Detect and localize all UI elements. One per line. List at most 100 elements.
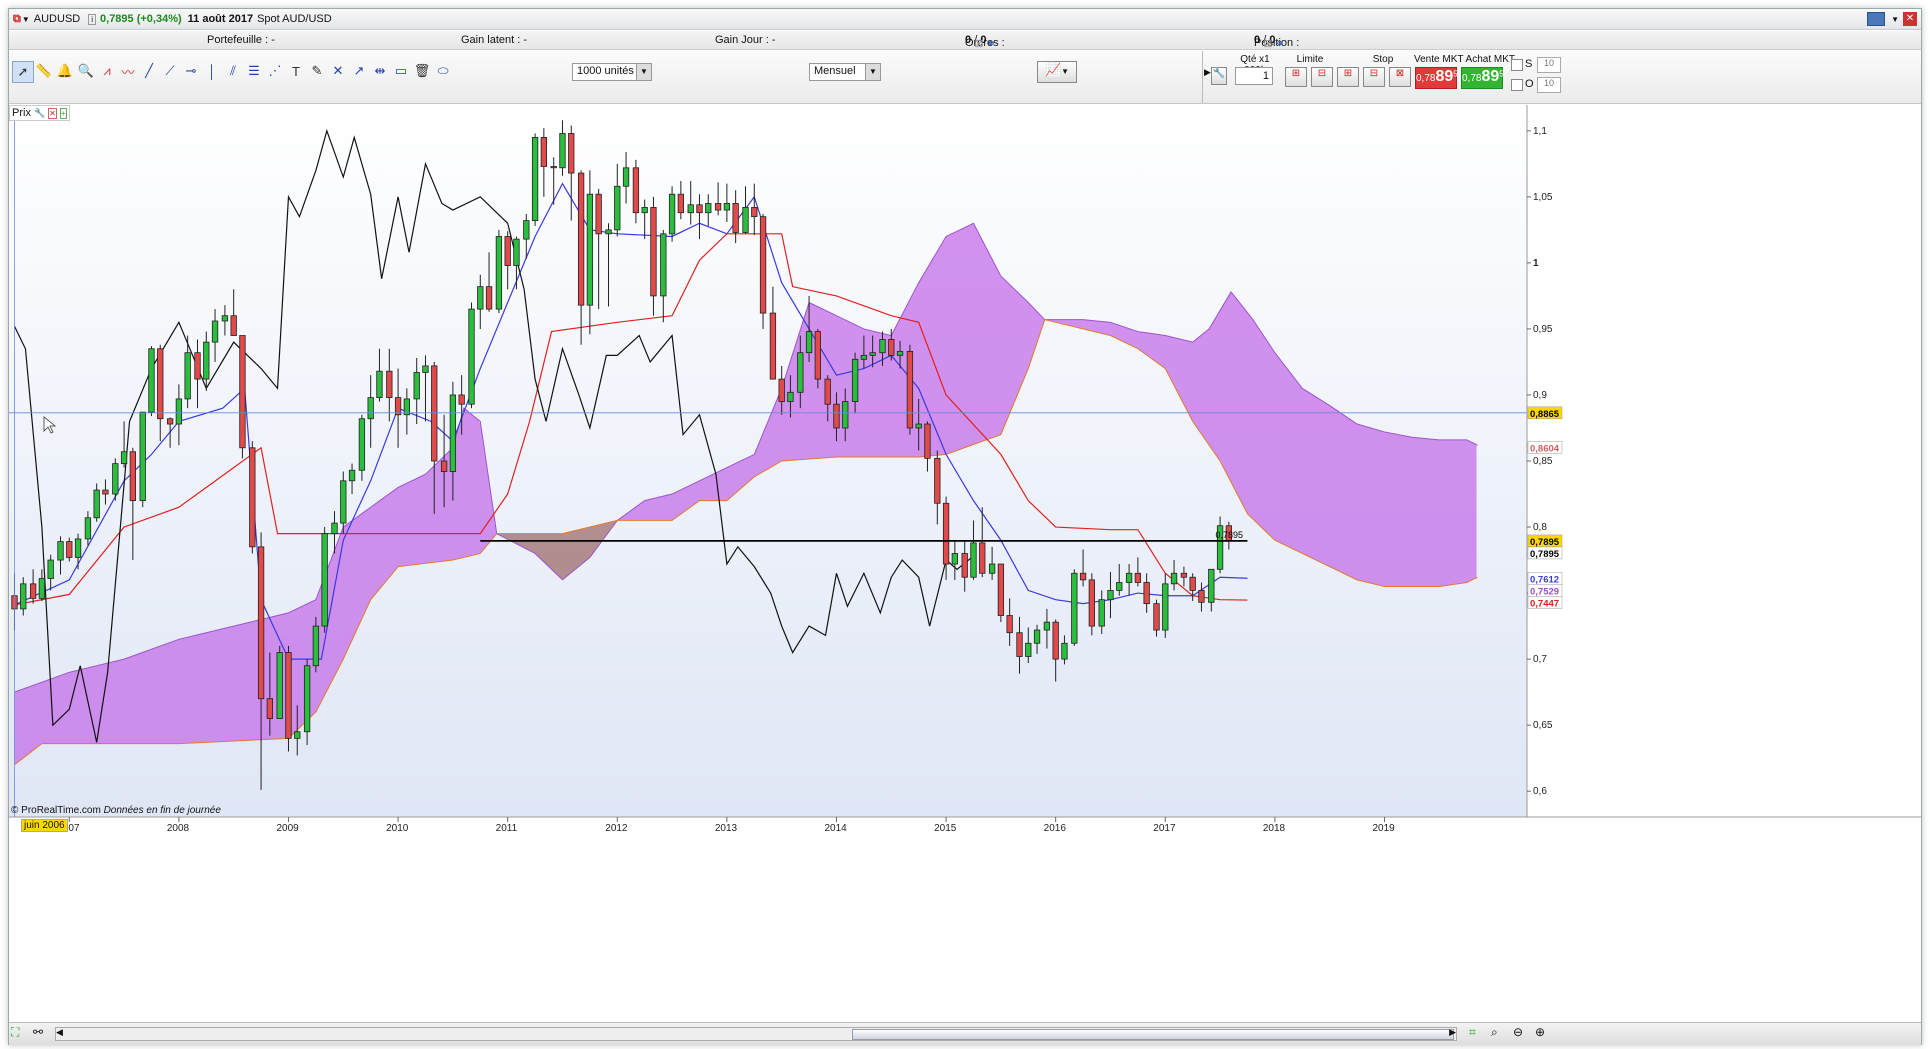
close-panel-icon[interactable]: ✕ bbox=[48, 107, 57, 119]
segment-icon[interactable]: ⇹ bbox=[370, 61, 390, 81]
pattern-icon[interactable]: ⩘ bbox=[97, 61, 117, 81]
copyright-text: © ProRealTime.com bbox=[11, 805, 101, 816]
price-panel-label: Prix bbox=[12, 107, 31, 119]
limite-buy-button[interactable]: ⊞ bbox=[1285, 67, 1307, 87]
scroll-right-icon[interactable]: ▶ bbox=[1449, 1027, 1456, 1038]
text-icon[interactable]: T bbox=[286, 61, 306, 81]
pointer-icon[interactable]: ➚ bbox=[12, 61, 34, 83]
info-icon[interactable]: i bbox=[88, 13, 97, 25]
vente-mkt-button[interactable]: 0,78895 bbox=[1415, 67, 1458, 89]
candle-body bbox=[468, 308, 475, 405]
price-tag-label: 0,7447 bbox=[1530, 598, 1559, 609]
s-input[interactable]: 10 bbox=[1537, 57, 1561, 73]
chart-type-button[interactable]: 📈▼ bbox=[1037, 61, 1077, 83]
ray-icon[interactable]: ⟋ bbox=[160, 61, 180, 81]
cross-icon[interactable]: ✕ bbox=[328, 61, 348, 81]
ordres-x-icon[interactable]: ⊠ bbox=[974, 37, 983, 50]
candle-body bbox=[20, 583, 27, 610]
ruler-icon[interactable]: 📏 bbox=[34, 61, 54, 81]
x-tick-label: 2013 bbox=[715, 823, 738, 834]
stop-buy-button[interactable]: ⊞ bbox=[1337, 67, 1359, 87]
dropdown-arrow-icon[interactable]: ▼ bbox=[22, 15, 30, 24]
limite-sell-button[interactable]: ⊟ bbox=[1311, 67, 1333, 87]
candle-body bbox=[1208, 568, 1215, 603]
zoom-out-icon[interactable]: ⊖ bbox=[1513, 1025, 1523, 1039]
wrench-icon[interactable]: 🔧 bbox=[1211, 67, 1227, 85]
arrow-diag-icon[interactable]: ↗ bbox=[349, 61, 369, 81]
s-label: S bbox=[1525, 58, 1533, 70]
candle-body bbox=[413, 372, 420, 400]
candle bbox=[759, 214, 767, 329]
x-tick-label: 2009 bbox=[276, 823, 299, 834]
candle-body bbox=[568, 133, 575, 174]
candle-body bbox=[970, 542, 977, 578]
wave-icon[interactable]: 〰 bbox=[118, 61, 138, 81]
channel-icon[interactable]: ⫽ bbox=[223, 61, 243, 81]
marker-icon[interactable]: ✎ bbox=[307, 61, 327, 81]
vente-price-main: 89 bbox=[1435, 68, 1454, 85]
zoom-in-icon[interactable]: ⊕ bbox=[1535, 1025, 1545, 1039]
add-indicator-icon[interactable]: + bbox=[59, 107, 67, 119]
price-tag-label: 0,7895 bbox=[1530, 537, 1560, 548]
position-section[interactable]: Position : 0 ⊠ / 0 ⚭ bbox=[1254, 34, 1299, 50]
s-checkbox[interactable] bbox=[1511, 59, 1523, 71]
fit-icon[interactable]: ⌗ bbox=[1469, 1025, 1476, 1040]
collapse-arrow-icon[interactable]: ▶ bbox=[1204, 67, 1211, 78]
horizontal-line-icon[interactable]: ⊸ bbox=[181, 61, 201, 81]
scroll-left-icon[interactable]: ◀ bbox=[56, 1027, 63, 1038]
chart-svg[interactable]: 0,7895 1,11,0510,950,90,850,80,750,70,65… bbox=[9, 105, 1921, 1022]
drawing-toolbar: ➚ 📏 🔔 🔍 ⩘ 〰 ╱ ⟋ ⊸ │ ⫽ ☰ ⋰ T ✎ ✕ ↗ ⇹ ▭ 🗑 … bbox=[9, 51, 1921, 104]
ellipse-icon[interactable]: ⬭ bbox=[433, 61, 453, 81]
candle-body bbox=[276, 652, 283, 719]
stop-sell-button[interactable]: ⊟ bbox=[1363, 67, 1385, 87]
time-scrollbar[interactable]: ◀ ▶ bbox=[55, 1027, 1457, 1041]
ordres-section[interactable]: Ordres : 0 ⊠ / 0 ⚭ bbox=[965, 34, 1005, 50]
symbol-label[interactable]: AUDUSD bbox=[34, 13, 80, 25]
candle-body bbox=[668, 193, 676, 235]
wrench-icon[interactable]: 🔧 bbox=[34, 108, 45, 119]
x-tick-label: 2012 bbox=[605, 823, 628, 834]
instrument-icon[interactable]: ⧉ bbox=[13, 13, 21, 26]
x-tick-label: 2015 bbox=[934, 823, 957, 834]
link-icon[interactable]: ⚯ bbox=[33, 1025, 49, 1041]
window-layout-icon[interactable] bbox=[1867, 12, 1885, 26]
zoom-icon[interactable]: 🔍 bbox=[76, 61, 96, 81]
scroll-thumb[interactable] bbox=[852, 1029, 1454, 1040]
period-select[interactable]: Mensuel ▼ bbox=[809, 63, 881, 81]
position-link-icon[interactable]: ⚭ bbox=[1275, 37, 1284, 50]
units-select[interactable]: 1000 unités ▼ bbox=[572, 63, 652, 81]
candle-body bbox=[129, 451, 136, 502]
alert-bell-icon[interactable]: 🔔 bbox=[55, 61, 75, 81]
candle-body bbox=[485, 286, 493, 310]
vertical-line-icon[interactable]: │ bbox=[202, 61, 222, 81]
reset-zoom-icon[interactable]: ⌕ bbox=[1491, 1025, 1498, 1040]
stop-trailing-button[interactable]: ⊠ bbox=[1389, 67, 1411, 87]
trash-icon[interactable]: 🗑 bbox=[412, 61, 432, 81]
candle-body bbox=[934, 457, 941, 504]
chart-settings-icon[interactable]: ⛶ bbox=[11, 1025, 27, 1041]
window-menu-icon[interactable]: ▼ bbox=[1891, 15, 1899, 24]
chart-type-icon: 📈 bbox=[1044, 62, 1062, 77]
price-chart-area[interactable]: Prix 🔧 ✕ + 0,7895 1,1 1,05 1 0,95 0,9 0,85 0,8… bbox=[9, 105, 1921, 1022]
position-x-icon[interactable]: ⊠ bbox=[1263, 37, 1272, 50]
ordres-label: Ordres : bbox=[965, 37, 1005, 49]
candle-body bbox=[394, 397, 402, 416]
ordres-link-icon[interactable]: ⚭ bbox=[986, 37, 995, 50]
candle-body bbox=[340, 480, 347, 524]
account-infobar: Portefeuille : - Gain latent : - Gain Jo… bbox=[9, 31, 1921, 50]
fan-icon[interactable]: ⋰ bbox=[265, 61, 285, 81]
o-checkbox[interactable] bbox=[1511, 79, 1523, 91]
achat-price-main: 89 bbox=[1481, 68, 1500, 85]
candle-body bbox=[1071, 572, 1078, 644]
trendline-icon[interactable]: ╱ bbox=[139, 61, 159, 81]
stop-label: Stop bbox=[1372, 54, 1394, 65]
rectangle-icon[interactable]: ▭ bbox=[391, 61, 411, 81]
achat-mkt-button[interactable]: 0,78895 bbox=[1461, 67, 1504, 89]
qty-input[interactable]: 1 bbox=[1235, 67, 1273, 85]
o-input[interactable]: 10 bbox=[1537, 77, 1561, 93]
candle bbox=[997, 563, 1005, 623]
candle-body bbox=[1088, 579, 1095, 627]
candle-body bbox=[1006, 615, 1013, 634]
fibonacci-icon[interactable]: ☰ bbox=[244, 61, 264, 81]
close-icon[interactable]: ✕ bbox=[1903, 12, 1917, 26]
